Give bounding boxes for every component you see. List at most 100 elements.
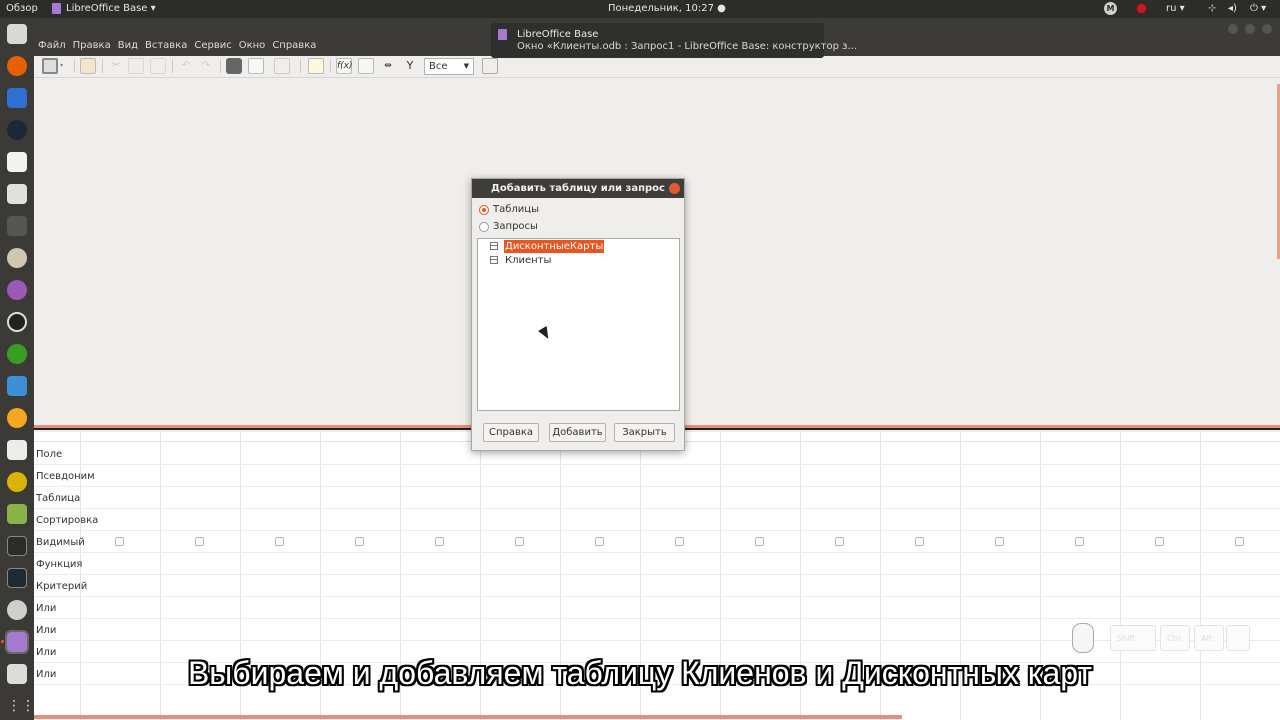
vlc-like-icon[interactable] [7, 472, 27, 492]
visible-checkbox[interactable] [995, 537, 1004, 546]
table-icon [490, 256, 498, 264]
grid-row[interactable]: Функция [34, 553, 1280, 575]
terminal-icon[interactable] [7, 536, 27, 556]
record-icon[interactable] [1136, 3, 1147, 14]
visible-checkbox[interactable] [275, 537, 284, 546]
minimize-icon[interactable] [1227, 24, 1238, 34]
undo-icon[interactable]: ↶ [178, 58, 194, 74]
menu-file[interactable]: Файл [38, 38, 66, 54]
edit-mode-icon[interactable] [80, 58, 96, 74]
grid-row[interactable]: Сортировка [34, 509, 1280, 531]
visible-checkbox[interactable] [1155, 537, 1164, 546]
gimp-icon[interactable] [7, 248, 27, 268]
calculator-icon[interactable] [7, 440, 27, 460]
firefox-icon[interactable] [7, 56, 27, 76]
libreoffice-base-icon[interactable] [5, 630, 29, 654]
add-table-icon[interactable] [308, 58, 324, 74]
separator [172, 59, 173, 73]
add-button[interactable]: Добавить [549, 423, 606, 442]
colors-icon[interactable] [7, 408, 27, 428]
horizontal-scrollbar[interactable] [34, 715, 902, 719]
visible-checkbox[interactable] [355, 537, 364, 546]
radio-icon[interactable] [479, 205, 489, 215]
notification-popup[interactable]: LibreOffice Base Окно «Клиенты.odb : Зап… [491, 23, 857, 58]
menu-bar: Файл Правка Вид Вставка Сервис Окно Справка [34, 38, 323, 54]
visible-checkbox[interactable] [195, 537, 204, 546]
visible-checkbox[interactable] [915, 537, 924, 546]
menu-help[interactable]: Справка [272, 38, 316, 54]
alias-icon[interactable]: ⇹ [380, 58, 396, 74]
table-list[interactable]: ДисконтныеКарты Клиенты [477, 238, 680, 411]
base-app-icon [498, 29, 507, 40]
system-monitor-icon[interactable] [7, 568, 27, 588]
document-icon[interactable] [7, 152, 27, 172]
functions-icon[interactable]: f(x) [336, 58, 353, 74]
archive-icon[interactable] [7, 504, 27, 524]
visible-checkbox[interactable] [835, 537, 844, 546]
visible-checkbox[interactable] [435, 537, 444, 546]
separator [102, 59, 103, 73]
network-icon[interactable]: ⊹ [1208, 3, 1216, 14]
visible-checkbox[interactable] [1075, 537, 1084, 546]
power-icon[interactable]: ⏻ ▾ [1250, 3, 1266, 14]
volume-icon[interactable]: ◂) [1228, 3, 1237, 14]
grid-row-label: Сортировка [36, 515, 99, 526]
limit-select[interactable]: Все ▼ [424, 58, 474, 75]
grid-row[interactable]: Псевдоним [34, 465, 1280, 487]
save-dropdown-icon[interactable]: ▾ [60, 58, 68, 74]
help-button[interactable]: Справка [483, 423, 539, 442]
distinct-values-icon[interactable]: Y [402, 58, 418, 74]
m-badge-icon[interactable]: M [1104, 2, 1117, 15]
visible-checkbox[interactable] [675, 537, 684, 546]
table-name-icon[interactable] [358, 58, 374, 74]
redo-icon[interactable]: ↷ [198, 58, 214, 74]
visible-checkbox[interactable] [1235, 537, 1244, 546]
cut-icon[interactable]: ✂ [108, 58, 124, 74]
files-icon[interactable] [7, 24, 27, 44]
grid-row[interactable]: Видимый [34, 531, 1280, 553]
text-editor-icon[interactable] [7, 184, 27, 204]
clear-query-icon[interactable] [248, 58, 264, 74]
menu-edit[interactable]: Правка [73, 38, 111, 54]
menu-view[interactable]: Вид [118, 38, 138, 54]
clock[interactable]: Понедельник, 10:27 ● [608, 3, 726, 14]
writer-icon[interactable] [7, 88, 27, 108]
chrome-icon[interactable] [7, 344, 27, 364]
radio-tables-label: Таблицы [493, 204, 539, 215]
close-icon[interactable] [669, 183, 680, 194]
obs-icon[interactable] [7, 312, 27, 332]
close-button[interactable]: Закрыть [614, 423, 675, 442]
language-selector[interactable]: ru ▾ [1166, 3, 1185, 14]
browser-icon[interactable] [7, 280, 27, 300]
grid-row[interactable]: Таблица [34, 487, 1280, 509]
menu-tools[interactable]: Сервис [194, 38, 231, 54]
menu-insert[interactable]: Вставка [145, 38, 187, 54]
run-query-icon[interactable] [226, 58, 242, 74]
system-top-bar: Обзор LibreOffice Base ▾ Понедельник, 10… [0, 0, 1280, 18]
transfer-icon[interactable] [7, 376, 27, 396]
sql-mode-icon[interactable] [482, 58, 498, 74]
copy-icon[interactable] [128, 58, 144, 74]
steam-icon[interactable] [7, 120, 27, 140]
activities-button[interactable]: Обзор [6, 3, 38, 14]
visible-checkbox[interactable] [755, 537, 764, 546]
grid-row-label: Критерий [36, 581, 88, 592]
settings-icon[interactable] [7, 600, 27, 620]
close-window-icon[interactable] [1262, 24, 1272, 34]
radio-icon[interactable] [479, 222, 489, 232]
switch-design-view-icon[interactable] [274, 58, 290, 74]
video-subtitle: Выбираем и добавляем таблицу Клиенов и Д… [187, 655, 1093, 691]
grid-row[interactable]: Или [34, 597, 1280, 619]
maximize-icon[interactable] [1244, 24, 1255, 34]
grid-row[interactable]: Критерий [34, 575, 1280, 597]
show-apps-icon[interactable]: ⋮⋮ [7, 696, 35, 716]
save-icon[interactable] [42, 58, 58, 74]
visible-checkbox[interactable] [515, 537, 524, 546]
visible-checkbox[interactable] [115, 537, 124, 546]
app-menu-button[interactable]: LibreOffice Base ▾ [66, 3, 156, 14]
paste-icon[interactable] [150, 58, 166, 74]
visible-checkbox[interactable] [595, 537, 604, 546]
menu-window[interactable]: Окно [239, 38, 266, 54]
grid-row-label: Или [36, 603, 57, 614]
inkscape-icon[interactable] [7, 216, 27, 236]
